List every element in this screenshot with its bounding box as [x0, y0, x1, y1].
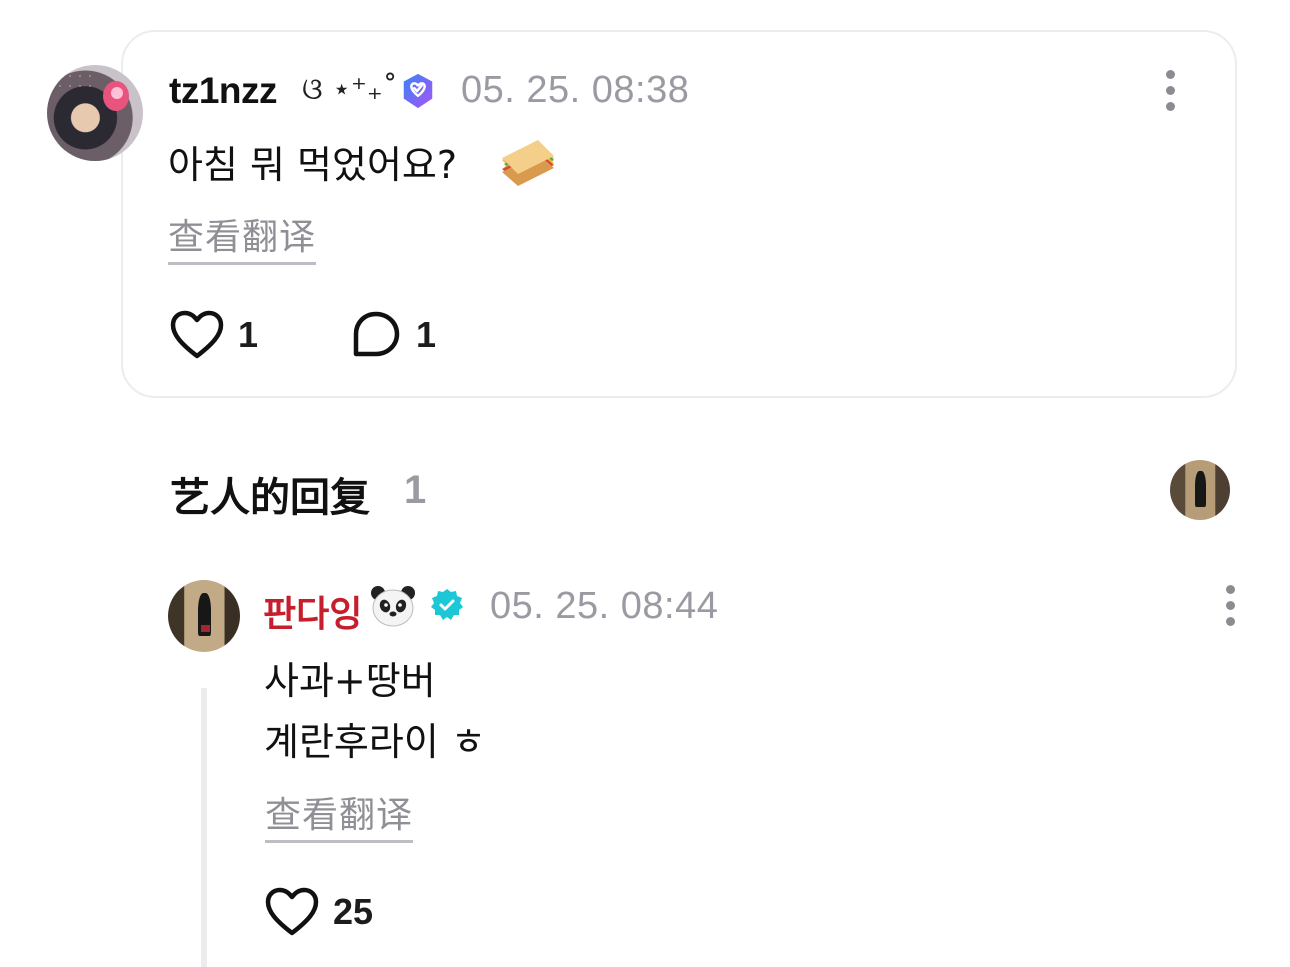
artist-avatar[interactable]: [168, 580, 240, 652]
heart-icon: [265, 887, 319, 936]
reply-translate-link[interactable]: 查看翻译: [265, 786, 414, 843]
like-count: 1: [238, 314, 259, 355]
post-timestamp: 05. 25. 08:38: [461, 69, 690, 111]
heart-icon: [170, 310, 224, 359]
avatar-headphone-inner: [111, 87, 123, 99]
avatar-bag: [201, 624, 210, 632]
avatar-figure: [1195, 470, 1206, 507]
reply-thread-line: [201, 688, 207, 967]
translate-link[interactable]: 查看翻译: [168, 208, 317, 265]
reply-like-count: 25: [333, 891, 374, 932]
reply-timestamp: 05. 25. 08:44: [490, 585, 719, 627]
comment-bubble-icon: [353, 311, 400, 357]
reply-text-line-1: 사과+땅버: [264, 659, 436, 703]
like-button[interactable]: 1: [170, 310, 258, 360]
reply-like-button[interactable]: 25: [265, 887, 373, 937]
comment-button[interactable]: 1: [350, 310, 436, 360]
comment-count: 1: [416, 314, 437, 355]
sandwich-emoji-icon: [502, 140, 554, 186]
fan-avatar[interactable]: [47, 65, 143, 161]
artist-replies-count: 1: [404, 468, 427, 512]
artist-replies-title: 艺人的回复: [170, 475, 370, 521]
avatar-background-lights: [55, 71, 95, 91]
artist-name[interactable]: 판다잉: [263, 585, 362, 637]
more-options-icon[interactable]: [1164, 70, 1176, 111]
more-options-icon[interactable]: [1224, 585, 1236, 626]
panda-emoji-icon: [371, 586, 415, 627]
post-text: 아침 뭐 먹었어요?: [168, 143, 458, 187]
username-decoration: ଓ ⋆⁺₊˚: [302, 72, 398, 107]
artist-avatar-small[interactable]: [1170, 460, 1230, 520]
artist-verified-badge-icon: [431, 589, 463, 620]
fan-username[interactable]: tz1nzz: [169, 70, 278, 112]
fan-verified-badge-icon: [403, 73, 433, 109]
reply-text-line-2: 계란후라이 ㅎ: [264, 720, 486, 764]
